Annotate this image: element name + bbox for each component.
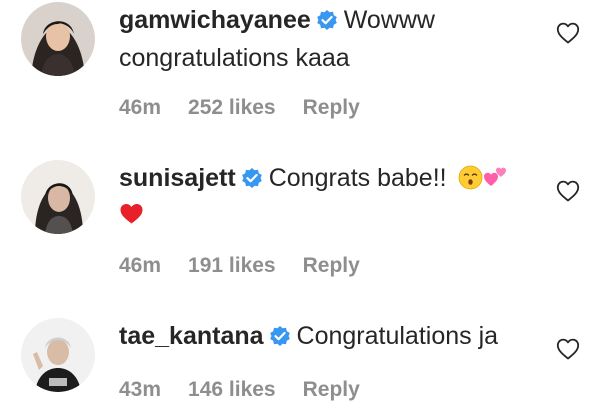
comment-username[interactable]: gamwichayanee [119, 6, 311, 34]
comment-text: Congratulations ja [296, 322, 499, 350]
comment-timestamp: 46m [119, 96, 162, 119]
comment-likes-count[interactable]: 146 likes [188, 378, 276, 402]
avatar[interactable] [21, 160, 95, 234]
comment-meta: 46m 252 likes Reply [119, 96, 360, 120]
comment-likes-count[interactable]: 191 likes [188, 254, 276, 278]
like-heart-icon[interactable] [556, 338, 580, 360]
comment-likes-count[interactable]: 252 likes [188, 96, 276, 120]
comment-meta: 43m 146 likes Reply [119, 378, 360, 402]
two-hearts-emoji [483, 165, 508, 190]
comment-text: Wowww [343, 6, 435, 34]
comment-username[interactable]: sunisajett [119, 164, 236, 192]
comment-meta: 46m 191 likes Reply [119, 254, 360, 278]
comment-timestamp: 46m [119, 254, 162, 277]
red-heart-emoji [119, 201, 144, 226]
kissing-face-emoji [458, 165, 483, 190]
comment-username[interactable]: tae_kantana [119, 322, 264, 350]
avatar[interactable] [21, 2, 95, 76]
avatar[interactable] [21, 318, 95, 392]
comment-text: Congrats babe!! [268, 164, 447, 192]
comment-text: congratulations kaaa [119, 44, 350, 72]
verified-badge-icon [241, 167, 263, 189]
reply-button[interactable]: Reply [303, 378, 360, 402]
verified-badge-icon [316, 9, 338, 31]
verified-badge-icon [269, 325, 291, 347]
like-heart-icon[interactable] [556, 22, 580, 44]
reply-button[interactable]: Reply [303, 96, 360, 120]
comment-timestamp: 43m [119, 378, 162, 401]
like-heart-icon[interactable] [556, 180, 580, 202]
reply-button[interactable]: Reply [303, 254, 360, 278]
